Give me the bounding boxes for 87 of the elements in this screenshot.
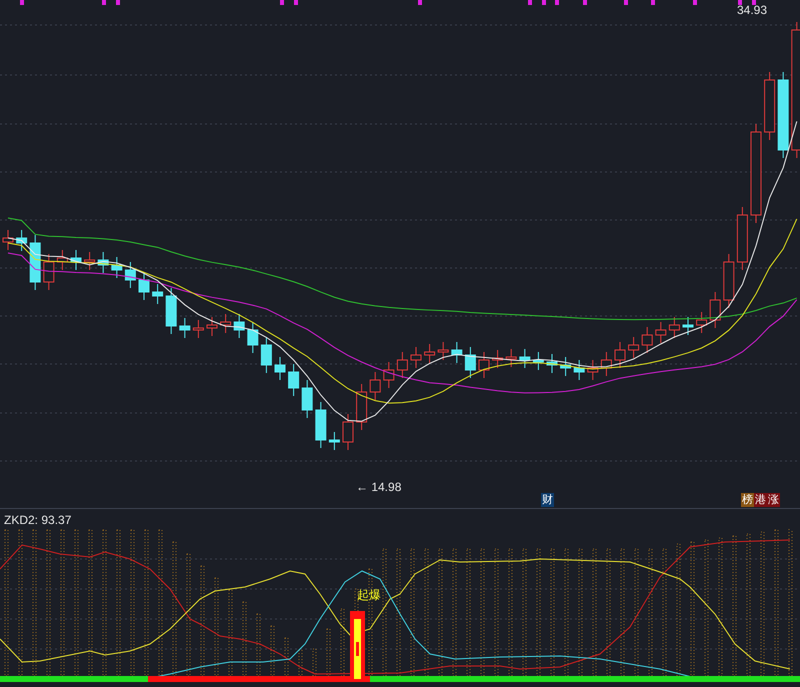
candlestick <box>574 360 585 380</box>
dotted-bar <box>326 628 330 676</box>
event-marker <box>738 0 742 5</box>
indicator-label: ZKD2: 93.37 <box>4 512 72 528</box>
candlestick <box>560 356 572 376</box>
signal-label: 起爆 <box>357 588 381 602</box>
candlestick <box>736 206 748 270</box>
candlestick <box>342 414 354 450</box>
event-marker <box>752 0 756 5</box>
candlestick <box>438 342 449 360</box>
candlestick <box>492 350 504 368</box>
candlestick <box>642 326 653 354</box>
event-marker <box>280 0 284 5</box>
candlestick <box>138 272 150 300</box>
candlestick <box>247 322 258 354</box>
dotted-bar <box>270 626 274 676</box>
low-price-label: ← 14.98 <box>356 480 402 494</box>
candlestick <box>206 316 218 336</box>
event-marker <box>528 0 532 5</box>
tag-badge: 港 <box>754 493 767 507</box>
event-marker <box>542 0 546 5</box>
candlestick <box>424 344 436 364</box>
candlestick <box>383 362 394 388</box>
candlestick <box>152 284 164 304</box>
tag-badge: 榜 <box>741 493 754 507</box>
candlestick <box>302 380 313 418</box>
candlestick <box>328 432 340 450</box>
dotted-bar <box>312 648 316 676</box>
candlestick <box>288 364 300 396</box>
dotted-bar <box>298 650 302 676</box>
dotted-bar <box>340 608 344 676</box>
candlestick <box>764 72 776 140</box>
candlestick <box>274 356 286 380</box>
candlestick <box>710 292 721 328</box>
finance-badge: 财 <box>541 493 554 507</box>
event-marker <box>651 0 655 5</box>
candlestick <box>532 352 544 370</box>
candlestick <box>166 288 177 334</box>
candlestick <box>410 346 422 368</box>
candlestick <box>192 320 204 338</box>
candlestick <box>600 352 612 376</box>
tag-badge: 涨 <box>767 493 780 507</box>
candlestick <box>723 254 734 308</box>
dotted-bar <box>284 638 288 676</box>
candlestick <box>668 316 680 338</box>
candlestick <box>356 384 368 430</box>
event-marker <box>102 0 106 5</box>
candlestick <box>84 252 96 270</box>
event-marker <box>555 0 559 5</box>
candlestick <box>16 230 28 252</box>
candlestick <box>43 254 54 290</box>
candlestick <box>315 402 326 448</box>
candlestick <box>506 348 517 368</box>
candlestick <box>464 346 476 378</box>
event-marker <box>624 0 628 5</box>
candlestick <box>370 372 381 400</box>
candlestick <box>30 234 41 290</box>
candlestick <box>234 314 245 338</box>
candlestick <box>451 342 462 364</box>
event-marker <box>20 0 24 5</box>
candlestick <box>519 348 530 368</box>
candlestick <box>179 318 190 338</box>
event-marker <box>116 0 120 5</box>
event-marker <box>583 0 587 5</box>
candlestick <box>70 250 82 270</box>
candlestick <box>260 336 272 374</box>
candlestick <box>2 230 14 250</box>
candlestick <box>587 360 598 380</box>
candlestick <box>478 352 490 378</box>
high-price-label: 34.93 <box>737 3 768 17</box>
candlestick <box>628 336 640 358</box>
candlestick <box>696 312 708 334</box>
candlestick <box>220 314 232 334</box>
candlestick <box>546 354 558 374</box>
candlestick <box>614 342 626 368</box>
candlestick <box>56 250 68 270</box>
event-marker <box>294 0 298 5</box>
candlestick <box>396 352 408 378</box>
event-marker <box>418 0 422 5</box>
candlestick <box>111 256 122 278</box>
candlestick <box>98 252 109 274</box>
dotted-bar <box>256 614 260 676</box>
candlestick <box>682 316 694 336</box>
event-marker <box>693 0 697 5</box>
signal-bar <box>350 611 365 681</box>
candlestick <box>655 322 666 344</box>
candlestick <box>124 262 136 288</box>
